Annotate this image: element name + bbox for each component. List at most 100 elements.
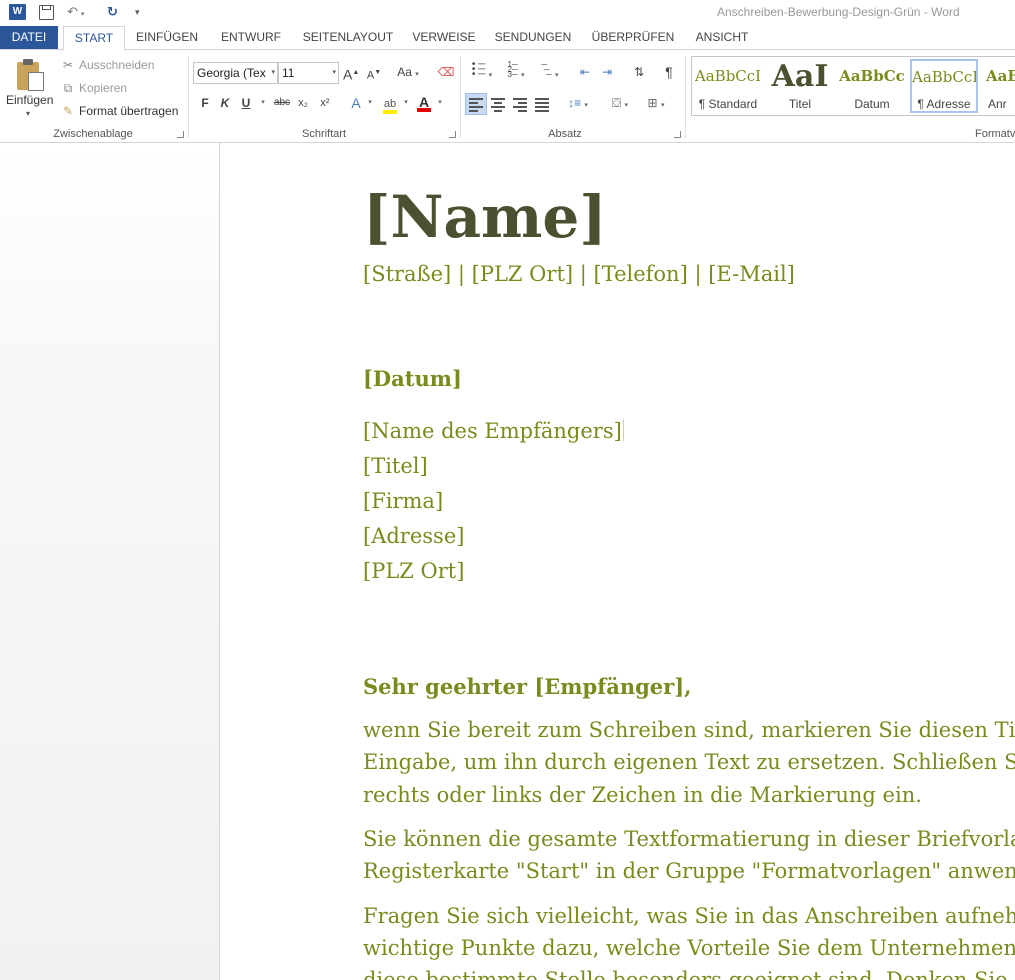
paste-icon: [15, 58, 45, 92]
format-painter-button[interactable]: ✎ Format übertragen: [60, 102, 178, 120]
body-line[interactable]: Sie können die gesamte Textformatierung …: [363, 827, 1015, 851]
group-label-paragraph: Absatz: [548, 128, 582, 140]
italic-button[interactable]: K: [218, 93, 232, 113]
style-titel[interactable]: AaI Titel: [766, 59, 834, 113]
tab-einfuegen[interactable]: EINFÜGEN: [131, 26, 203, 50]
shrink-font-button[interactable]: A▼: [366, 63, 382, 83]
font-color-button[interactable]: A: [415, 93, 433, 113]
tab-ueberpruefen[interactable]: ÜBERPRÜFEN: [587, 26, 679, 50]
body-line[interactable]: diese bestimmte Stelle besonders geeigne…: [363, 968, 1015, 980]
copy-icon: ⧉: [63, 81, 73, 95]
bullets-button[interactable]: • ─ • ─ • ─ ▾: [466, 60, 498, 82]
align-center-button[interactable]: [488, 93, 508, 115]
paste-dropdown-icon[interactable]: ▾: [26, 109, 30, 118]
justify-button[interactable]: [532, 93, 552, 115]
redo-icon[interactable]: ↻: [107, 3, 125, 21]
text-effects-button[interactable]: A: [349, 93, 363, 113]
align-left-icon: [469, 98, 483, 112]
align-left-button[interactable]: [465, 93, 487, 115]
body-line[interactable]: Eingabe, um ihn durch eigenen Text zu er…: [363, 750, 1015, 774]
ribbon-tabs: DATEI START EINFÜGEN ENTWURF SEITENLAYOU…: [0, 26, 1015, 51]
tab-ansicht[interactable]: ANSICHT: [688, 26, 756, 50]
sender-contact-line[interactable]: [Straße] | [PLZ Ort] | [Telefon] | [E-Ma…: [363, 262, 795, 286]
paste-label: Einfügen: [6, 93, 54, 107]
recipient-city[interactable]: [PLZ Ort]: [363, 559, 464, 583]
ribbon: Einfügen ▾ ✂ Ausschneiden ⧉ Kopieren ✎ Form…: [0, 49, 1015, 143]
strikethrough-button[interactable]: abc: [272, 93, 292, 113]
clipboard-launcher-icon[interactable]: [177, 131, 184, 138]
text-effects-dropdown-icon[interactable]: ▾: [365, 93, 375, 113]
multilevel-list-icon: ─ ─ ─: [541, 60, 552, 79]
letter-date[interactable]: [Datum]: [363, 366, 462, 391]
show-formatting-marks-button[interactable]: ¶: [661, 62, 677, 82]
window-title: Anschreiben-Bewerbung-Design-Grün - Word: [717, 5, 960, 19]
borders-icon: ⊞: [647, 96, 658, 110]
underline-dropdown-icon[interactable]: ▾: [258, 93, 268, 113]
font-color-dropdown-icon[interactable]: ▾: [435, 93, 445, 113]
increase-indent-icon[interactable]: ⇥: [598, 62, 616, 82]
highlight-button[interactable]: ab: [380, 93, 400, 114]
paint-bucket-icon: ⛋: [612, 96, 622, 110]
grow-font-button[interactable]: A▲: [343, 63, 359, 83]
text-cursor: [622, 419, 624, 441]
paragraph-launcher-icon[interactable]: [674, 131, 681, 138]
style-anrede[interactable]: AaB Anr: [982, 59, 1015, 113]
font-size-select[interactable]: 11 ▾: [278, 62, 339, 84]
highlight-dropdown-icon[interactable]: ▾: [401, 93, 411, 113]
subscript-button[interactable]: x₂: [295, 93, 311, 113]
font-family-select[interactable]: Georgia (Tex ▾: [193, 62, 278, 84]
style-standard[interactable]: AaBbCcI ¶ Standard: [694, 59, 762, 113]
group-label-clipboard: Zwischenablage: [53, 128, 133, 140]
tab-entwurf[interactable]: ENTWURF: [214, 26, 288, 50]
style-datum[interactable]: AaBbCc Datum: [838, 59, 906, 113]
underline-button[interactable]: U: [239, 93, 253, 113]
recipient-address[interactable]: [Adresse]: [363, 524, 464, 548]
line-spacing-button[interactable]: ↕≡ ▾: [562, 93, 594, 113]
recipient-company[interactable]: [Firma]: [363, 489, 443, 513]
left-margin-area: [0, 143, 220, 980]
highlighter-icon: ab: [383, 98, 397, 114]
customize-quick-access-icon[interactable]: ▾: [135, 3, 145, 21]
tab-start[interactable]: START: [63, 26, 125, 51]
document-page[interactable]: [Name] [Straße] | [PLZ Ort] | [Telefon] …: [221, 143, 1015, 980]
body-line[interactable]: rechts oder links der Zeichen in die Mar…: [363, 783, 922, 807]
bold-button[interactable]: F: [198, 93, 212, 113]
group-label-font: Schriftart: [301, 128, 346, 140]
sort-icon[interactable]: ⇅: [630, 62, 648, 82]
body-line[interactable]: wichtige Punkte dazu, welche Vorteile Si…: [363, 936, 1015, 960]
save-icon[interactable]: [38, 3, 54, 21]
align-right-button[interactable]: [510, 93, 530, 115]
shading-button[interactable]: ⛋ ▾: [604, 93, 636, 113]
numbering-button[interactable]: 1─ 2─ 3─ ▾: [500, 60, 532, 82]
tab-datei[interactable]: DATEI: [0, 26, 58, 50]
body-line[interactable]: wenn Sie bereit zum Schreiben sind, mark…: [363, 718, 1015, 742]
salutation[interactable]: Sehr geehrter [Empfänger],: [363, 674, 691, 699]
body-line[interactable]: Registerkarte "Start" in der Gruppe "For…: [363, 859, 1015, 883]
style-adresse[interactable]: AaBbCcI ¶ Adresse: [910, 59, 978, 113]
recipient-name[interactable]: [Name des Empfängers]: [363, 419, 624, 443]
superscript-button[interactable]: x²: [317, 93, 333, 113]
font-launcher-icon[interactable]: [449, 131, 456, 138]
word-app-icon[interactable]: W: [9, 4, 26, 20]
change-case-button[interactable]: Aa ▾: [393, 62, 423, 82]
multilevel-list-button[interactable]: ─ ─ ─ ▾: [535, 60, 565, 82]
recipient-title[interactable]: [Titel]: [363, 454, 428, 478]
brush-icon: ✎: [62, 104, 74, 118]
line-spacing-icon: ↕≡: [568, 96, 582, 110]
tab-verweise[interactable]: VERWEISE: [408, 26, 480, 50]
body-line[interactable]: Fragen Sie sich vielleicht, was Sie in d…: [363, 904, 1015, 928]
tab-seitenlayout[interactable]: SEITENLAYOUT: [298, 26, 398, 50]
undo-icon[interactable]: ↶ ▾: [67, 3, 91, 21]
cut-button[interactable]: ✂ Ausschneiden: [60, 56, 154, 74]
align-center-icon: [491, 98, 505, 112]
copy-button[interactable]: ⧉ Kopieren: [60, 79, 127, 97]
title-bar: W ↶ ▾ ↻ ▾ Anschreiben-Bewerbung-Design-Gr…: [0, 0, 1015, 26]
numbered-list-icon: 1─ 2─ 3─: [507, 60, 518, 79]
sender-name[interactable]: [Name]: [363, 183, 607, 251]
clear-formatting-icon[interactable]: ⌫: [437, 62, 455, 82]
tab-sendungen[interactable]: SENDUNGEN: [489, 26, 577, 50]
align-right-icon: [513, 98, 527, 112]
decrease-indent-icon[interactable]: ⇤: [576, 62, 594, 82]
scissors-icon: ✂: [62, 58, 74, 72]
borders-button[interactable]: ⊞ ▾: [640, 93, 672, 113]
